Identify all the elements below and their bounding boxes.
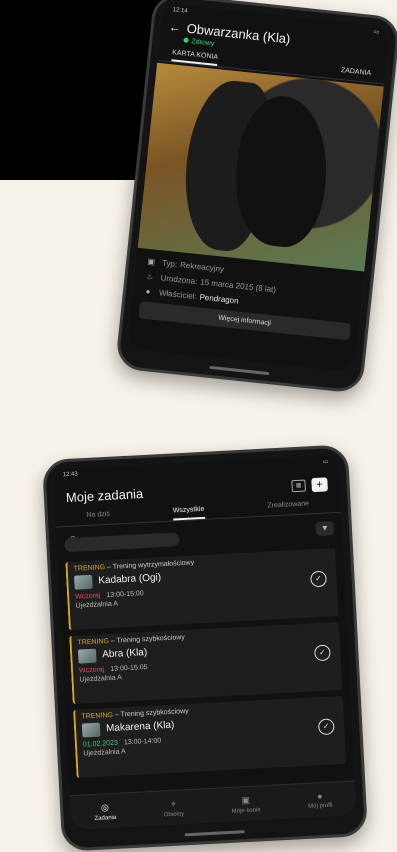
birth-value: 15 marca 2015 (8 lat) [199, 277, 277, 295]
task-time: 13:00-15:00 [106, 589, 144, 599]
status-time-2: 12:43 [62, 471, 78, 479]
person-icon: ● [145, 286, 151, 297]
complete-task-button[interactable]: ✓ [317, 717, 335, 735]
task-date: Wczoraj [74, 591, 101, 601]
tasks-screen: 12:43 ▭ Moje zadania ▦ + Na dziś Wszystk… [52, 454, 357, 831]
task-category: TRENING [77, 637, 110, 647]
battery-icon: ▭ [373, 29, 380, 36]
horse-card-screen: 12:14 ▭ ← Obwarzanka (Kla) Zdrowy KARTA … [127, 3, 391, 372]
nav-my-horses-label: Moje konie [231, 806, 261, 815]
horse-icon: ▣ [241, 794, 251, 805]
health-dot-icon [183, 37, 189, 43]
birth-label: Urodzona: [160, 273, 198, 287]
nav-tasks[interactable]: ◎ Zadania [94, 801, 117, 822]
cake-icon: ♨ [145, 271, 154, 282]
type-label: Typ: [161, 258, 178, 269]
search-wrap: ⚲ [64, 520, 311, 552]
tab-today[interactable]: Na dziś [86, 511, 110, 525]
calendar-icon[interactable]: ▦ [291, 479, 306, 492]
owner-label: Właściciel: [158, 288, 198, 302]
battery-icon-2: ▭ [322, 459, 329, 466]
task-date: Wczoraj [78, 665, 105, 675]
back-arrow-icon[interactable]: ← [168, 19, 181, 34]
nav-tasks-label: Zadania [94, 814, 117, 822]
task-time: 13:00-15:05 [110, 663, 148, 673]
tab-done[interactable]: Zrealizowane [267, 500, 309, 515]
horse-photo [137, 62, 384, 272]
task-horse-name: Abra (Kla) [101, 647, 148, 661]
status-time: 12:14 [172, 7, 188, 15]
person-icon: ● [316, 791, 323, 802]
header-actions: ▦ + [291, 476, 328, 493]
task-category: TRENING [73, 563, 106, 573]
phone-horse-card: 12:14 ▭ ← Obwarzanka (Kla) Zdrowy KARTA … [114, 0, 397, 394]
search-input[interactable] [64, 531, 180, 552]
page-title: Moje zadania [65, 486, 144, 506]
task-card[interactable]: TRENING – Trening szybkościowy Makarena … [73, 695, 347, 778]
task-time: 13:00-14:00 [123, 736, 162, 746]
task-card[interactable]: TRENING – Trening szybkościowy Abra (Kla… [69, 621, 343, 704]
complete-task-button[interactable]: ✓ [313, 643, 331, 661]
phone-my-tasks: 12:43 ▭ Moje zadania ▦ + Na dziś Wszystk… [41, 444, 369, 852]
health-status-text: Zdrowy [191, 38, 215, 48]
tab-horse-card[interactable]: KARTA KONIA [171, 49, 219, 67]
bottom-nav: ◎ Zadania ⌖ Obiekty ▣ Moje konie ● Mój p… [69, 780, 357, 831]
nav-my-horses[interactable]: ▣ Moje konie [231, 794, 261, 814]
task-horse-name: Makarena (Kla) [105, 719, 175, 735]
phone-speaker [209, 365, 270, 376]
task-date: 01.02.2023 [82, 739, 119, 749]
add-task-button[interactable]: + [311, 476, 328, 492]
type-icon: ▣ [147, 256, 156, 267]
check-circle-icon: ◎ [100, 801, 110, 813]
task-title: Trening wytrzymałościowy [112, 558, 195, 571]
filter-button[interactable]: ▼ [315, 521, 335, 537]
tab-tasks[interactable]: ZADANIA [340, 67, 372, 82]
location-pin-icon: ⌖ [170, 798, 177, 809]
nav-facilities[interactable]: ⌖ Obiekty [163, 798, 185, 818]
nav-profile[interactable]: ● Mój profil [307, 791, 333, 810]
nav-facilities-label: Obiekty [163, 810, 185, 818]
task-title: Trening szybkościowy [116, 633, 185, 645]
owner-value: Pendragon [199, 292, 240, 306]
horse-thumbnail [74, 574, 93, 590]
task-title: Trening szybkościowy [120, 707, 189, 719]
complete-task-button[interactable]: ✓ [310, 570, 327, 587]
task-horse-name: Kadabra (Ogi) [98, 572, 162, 587]
nav-profile-label: Mój profil [308, 802, 333, 810]
horse-thumbnail [81, 722, 101, 738]
phone-speaker [184, 830, 245, 837]
type-value: Rekreacyjny [179, 260, 225, 274]
horse-thumbnail [77, 648, 97, 664]
task-card[interactable]: TRENING – Trening wytrzymałościowy Kadab… [65, 547, 339, 630]
tab-all[interactable]: Wszystkie [172, 505, 205, 521]
task-category: TRENING [81, 711, 114, 721]
